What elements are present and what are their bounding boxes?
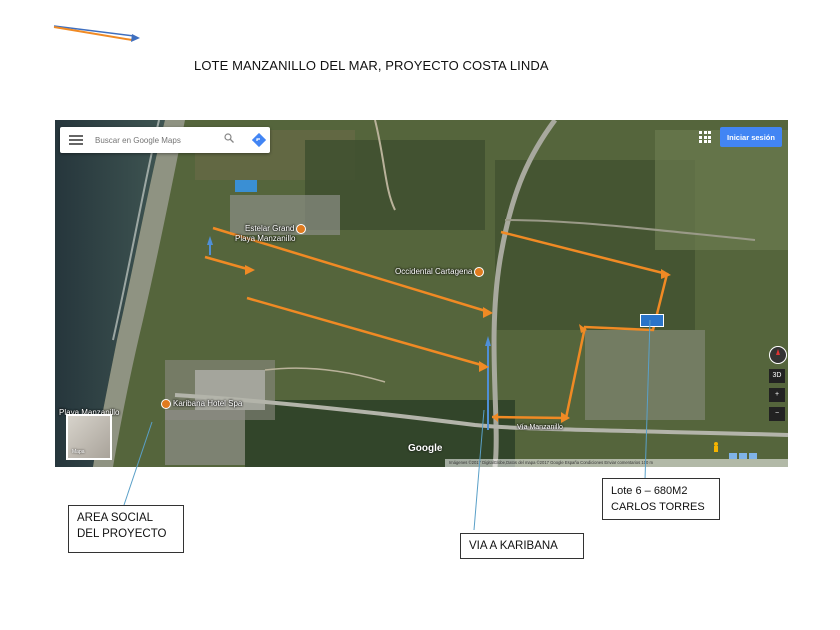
place-label-karibana[interactable]: Karibana Hotel Spa: [161, 399, 242, 409]
place-label-karibana-text: Karibana Hotel Spa: [173, 399, 243, 409]
zoom-in-button[interactable]: +: [769, 388, 785, 402]
callout-lote-line1: Lote 6 – 680M2: [611, 485, 688, 497]
apps-icon[interactable]: [699, 131, 711, 143]
directions-icon[interactable]: [252, 133, 266, 147]
poi-marker-icon: [296, 224, 307, 234]
layer-thumbnails[interactable]: [729, 446, 759, 459]
poi-marker-icon: [474, 267, 485, 277]
callout-lote: Lote 6 – 680M2 CARLOS TORRES: [602, 478, 720, 520]
map-attribution-bar: Imágenes ©2017 DigitalGlobe,Datos del ma…: [445, 459, 788, 467]
place-label-estelar-line2: Playa Manzanillo: [235, 234, 296, 243]
callout-area-social: AREA SOCIAL DEL PROYECTO: [68, 505, 184, 553]
satellite-map[interactable]: Iniciar sesión Estelar Grand Playa Manza…: [55, 120, 788, 467]
map-controls: 3D + −: [769, 346, 787, 421]
place-label-estelar-line1: Estelar Grand: [245, 224, 295, 234]
callout-via-karibana-text: VIA A KARIBANA: [469, 540, 558, 552]
lote-marker: [640, 314, 664, 327]
google-logo: Google: [408, 443, 443, 454]
callout-area-social-line2: DEL PROYECTO: [77, 528, 167, 540]
place-label-occidental[interactable]: Occidental Cartagena: [395, 267, 485, 277]
callout-via-karibana: VIA A KARIBANA: [460, 533, 584, 559]
place-label-estelar[interactable]: Estelar Grand Playa Manzanillo: [235, 224, 307, 243]
menu-icon[interactable]: [69, 135, 83, 145]
search-icon[interactable]: [224, 133, 234, 143]
place-label-occidental-text: Occidental Cartagena: [395, 267, 473, 277]
document-title: LOTE MANZANILLO DEL MAR, PROYECTO COSTA …: [194, 58, 549, 73]
pegman-icon[interactable]: [712, 442, 720, 454]
callout-area-social-line1: AREA SOCIAL: [77, 512, 154, 524]
terrain-layer: [55, 120, 788, 467]
poi-marker-icon: [161, 399, 171, 409]
compass-icon[interactable]: [769, 346, 787, 364]
map-search-box[interactable]: [60, 127, 270, 153]
road-label-via-manzanillo: Vía Manzanillo: [517, 424, 563, 431]
map-type-toggle[interactable]: Mapa: [66, 414, 112, 460]
map-search-input[interactable]: [93, 134, 217, 146]
tilt-3d-button[interactable]: 3D: [769, 369, 785, 383]
map-type-label: Mapa: [72, 449, 85, 455]
callout-lote-line2: CARLOS TORRES: [611, 501, 705, 513]
zoom-out-button[interactable]: −: [769, 407, 785, 421]
corner-arrow-icon: [53, 25, 140, 42]
signin-button[interactable]: Iniciar sesión: [720, 127, 782, 147]
